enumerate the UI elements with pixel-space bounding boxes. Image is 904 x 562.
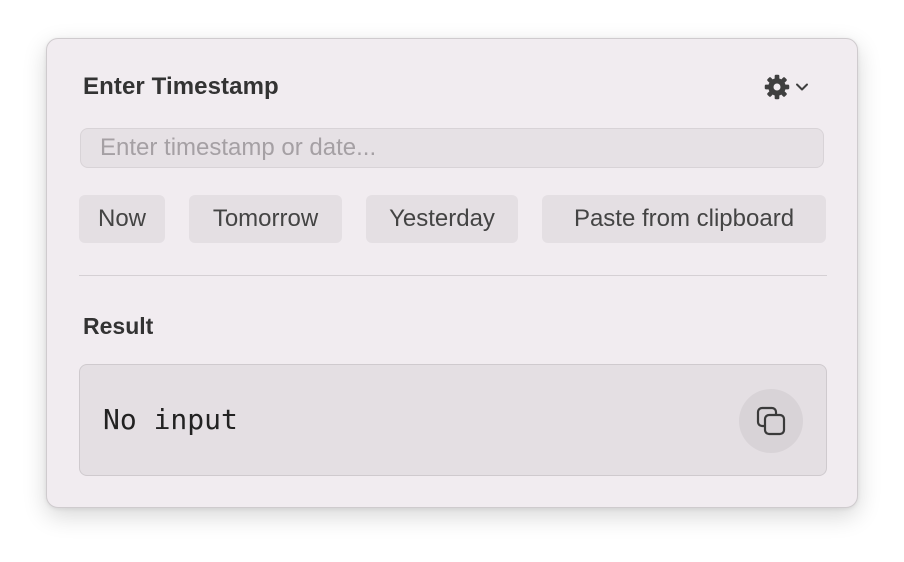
chevron-down-icon (796, 83, 808, 91)
timestamp-panel: Enter Timestamp Now Tomorrow Yesterday P… (46, 38, 858, 508)
timestamp-input-container (80, 128, 824, 168)
gear-icon (764, 74, 790, 100)
paste-from-clipboard-button[interactable]: Paste from clipboard (542, 195, 826, 243)
timestamp-input[interactable] (81, 129, 823, 167)
result-label: Result (83, 313, 154, 339)
copy-button[interactable] (739, 389, 803, 453)
now-button[interactable]: Now (79, 195, 165, 243)
result-box: No input (79, 364, 827, 476)
settings-menu-button[interactable] (763, 72, 819, 102)
yesterday-button[interactable]: Yesterday (366, 195, 518, 243)
panel-title: Enter Timestamp (83, 73, 279, 100)
copy-icon (756, 406, 786, 436)
divider (79, 275, 827, 276)
result-value: No input (103, 403, 238, 436)
tomorrow-button[interactable]: Tomorrow (189, 195, 342, 243)
